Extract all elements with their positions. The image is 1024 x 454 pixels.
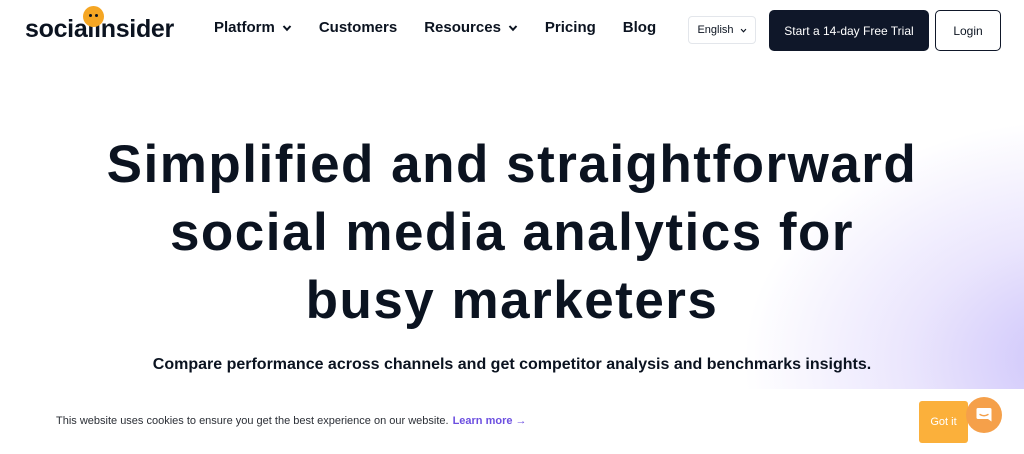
- start-trial-button[interactable]: Start a 14-day Free Trial: [769, 10, 929, 51]
- nav-item-customers[interactable]: Customers: [319, 17, 397, 39]
- hero-title: Simplified and straightforward social me…: [0, 131, 1024, 335]
- nav-item-pricing[interactable]: Pricing: [545, 17, 596, 39]
- nav-item-label: Platform: [214, 19, 275, 36]
- site-header: socialinsider Platform Customers Resourc…: [0, 0, 1024, 60]
- learn-more-link[interactable]: Learn more →: [453, 415, 527, 427]
- nav-item-label: Blog: [622, 19, 657, 36]
- nav-item-label: Customers: [318, 19, 398, 36]
- logo-face-icon: [83, 6, 104, 27]
- language-selector[interactable]: English: [688, 16, 756, 44]
- chevron-down-icon: [282, 25, 292, 32]
- cookie-banner: This website uses cookies to ensure you …: [0, 389, 1024, 454]
- chat-icon: [976, 408, 992, 422]
- hero-title-line: busy marketers: [305, 271, 719, 330]
- hero-title-line: social media analytics for: [169, 203, 855, 262]
- main-nav: Platform Customers Resources Pricing Blo…: [214, 17, 683, 39]
- language-label: English: [697, 24, 734, 36]
- login-button[interactable]: Login: [935, 10, 1001, 51]
- nav-item-resources[interactable]: Resources: [424, 17, 518, 39]
- hero-subtitle: Compare performance across channels and …: [152, 356, 872, 373]
- nav-item-blog[interactable]: Blog: [623, 17, 656, 39]
- hero-title-line: Simplified and straightforward: [106, 135, 918, 194]
- nav-item-label: Resources: [424, 19, 501, 36]
- nav-item-label: Pricing: [544, 19, 596, 36]
- chat-launcher-button[interactable]: [966, 397, 1002, 433]
- chevron-down-icon: [508, 25, 518, 32]
- brand-logo[interactable]: socialinsider: [25, 6, 174, 44]
- nav-item-platform[interactable]: Platform: [214, 17, 292, 39]
- cookie-text: This website uses cookies to ensure you …: [56, 415, 449, 427]
- cookie-message: This website uses cookies to ensure you …: [56, 415, 527, 427]
- accept-cookies-button[interactable]: Got it: [919, 401, 968, 443]
- chevron-down-icon: [740, 28, 746, 33]
